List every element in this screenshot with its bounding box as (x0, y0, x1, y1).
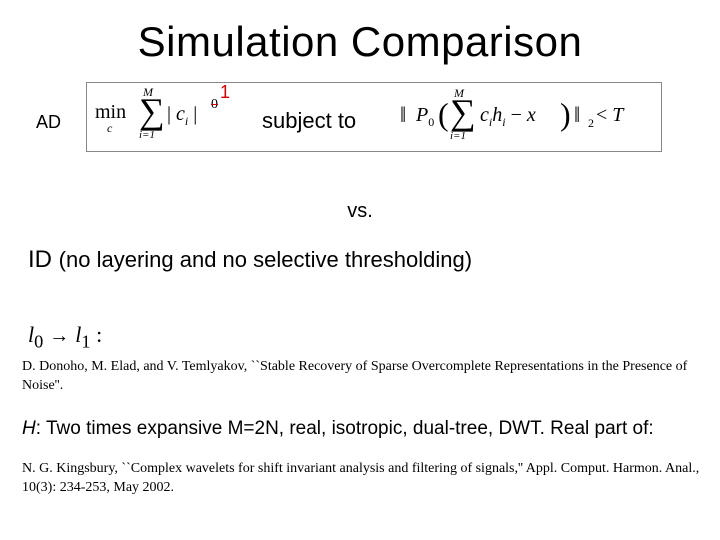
vs-label: vs. (0, 200, 720, 223)
formula-left: min c ∑ M i=1 | ci | 0 (95, 87, 235, 147)
norm-sub-2: 2 (588, 116, 594, 131)
sigma2-upper: M (454, 86, 464, 101)
page-title: Simulation Comparison (0, 18, 720, 66)
ad-label: AD (36, 112, 61, 133)
sigma-upper: M (143, 85, 153, 100)
id-prefix: ID (28, 246, 59, 273)
less-than-T: < T (596, 104, 623, 127)
h-line: H: Two times expansive M=2N, real, isotr… (22, 418, 712, 440)
subject-to-text: subject to (262, 108, 356, 134)
h-prefix: H (22, 418, 36, 439)
l0-to-l1: l0→l1 : (28, 322, 102, 352)
reference-donoho: D. Donoho, M. Elad, and V. Temlyakov, ``… (22, 358, 702, 396)
norm-open: ‖ (400, 102, 406, 128)
slide: Simulation Comparison AD min c ∑ M i=1 |… (0, 0, 720, 540)
id-line: ID (no layering and no selective thresho… (28, 246, 698, 274)
abs-ci: | ci | (167, 103, 197, 129)
reference-kingsbury: N. G. Kingsbury, ``Complex wavelets for … (22, 460, 702, 498)
sigma2-lower: i=1 (450, 130, 466, 142)
paren-left: ( (438, 96, 449, 133)
exponent-zero: 0 (211, 97, 218, 113)
arrow-icon: → (43, 325, 75, 347)
p-zero: P0 (416, 104, 434, 130)
paren-right: ) (560, 96, 571, 133)
h-rest: : Two times expansive M=2N, real, isotro… (36, 418, 654, 439)
formula-right: ‖ P0 ( ∑ M i=1 cihi − x ) ‖ 2 < T (400, 88, 660, 148)
id-rest: (no layering and no selective thresholdi… (59, 247, 472, 272)
sigma-lower: i=1 (139, 129, 155, 141)
norm-close: ‖ (574, 102, 580, 128)
min-subscript: c (107, 121, 112, 136)
summand: cihi − x (480, 104, 536, 130)
red-one-overlay: 1 (220, 82, 230, 103)
